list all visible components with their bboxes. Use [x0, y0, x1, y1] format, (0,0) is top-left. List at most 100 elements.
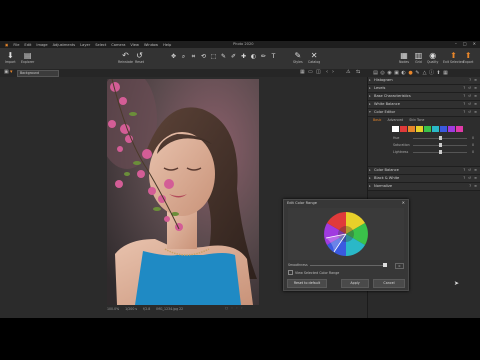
tool-actions-icon[interactable]: ? ≡	[469, 77, 478, 84]
proof-icon[interactable]: ◫	[316, 70, 321, 75]
import-button[interactable]: ⬇ Import	[5, 51, 16, 64]
tool-histogram[interactable]: ▸ Histogram ? ≡	[368, 77, 480, 85]
swatch[interactable]	[408, 126, 415, 132]
warning-icon[interactable]: ⚠	[346, 70, 351, 75]
tool-white-balance[interactable]: ▸ White Balance ? ↺ ≡	[368, 101, 480, 109]
slider-value[interactable]: 0	[472, 136, 474, 140]
tab-exposure-icon[interactable]: ◐	[401, 70, 406, 76]
layer-icon[interactable]: ▣	[4, 70, 9, 75]
tab-basic[interactable]: Basic	[373, 118, 381, 122]
tool-black-white[interactable]: ▸ Black & White ? ↺ ≡	[368, 175, 480, 183]
menu-image[interactable]: Image	[36, 43, 47, 47]
maximize-icon[interactable]: □	[463, 41, 467, 46]
dropdown-icon[interactable]: ▾	[10, 70, 15, 75]
pan-tool-icon[interactable]: ✥	[170, 53, 177, 60]
slider-value[interactable]: 0	[472, 150, 474, 154]
slider-knob[interactable]	[438, 150, 442, 154]
export-button[interactable]: ⬆ Export	[463, 51, 473, 64]
cancel-button[interactable]: Cancel	[373, 279, 405, 288]
smoothness-track[interactable]	[310, 265, 386, 266]
layer-selector[interactable]: Background	[17, 70, 59, 77]
app-logo-icon[interactable]: ▣	[5, 43, 8, 47]
grid-button[interactable]: ▥ Grid	[414, 51, 423, 64]
menu-window[interactable]: Window	[144, 43, 158, 47]
view-range-checkbox[interactable]: View Selected Color Range	[288, 270, 339, 275]
tab-local-icon[interactable]: ✎	[415, 70, 420, 76]
menu-help[interactable]: Help	[163, 43, 171, 47]
smoothness-value[interactable]: 0	[395, 263, 404, 269]
tab-capture-icon[interactable]: ◎	[380, 70, 385, 76]
keystone-tool-icon[interactable]: ⬚	[210, 53, 217, 60]
zoom-in-icon[interactable]: ◦	[236, 306, 238, 310]
tab-lens-icon[interactable]: ◉	[387, 70, 392, 76]
menu-file[interactable]: File	[13, 43, 19, 47]
menu-layer[interactable]: Layer	[80, 43, 90, 47]
swatch[interactable]	[440, 126, 447, 132]
grid-toggle-icon[interactable]: ▦	[300, 70, 305, 75]
tab-advanced[interactable]: Advanced	[387, 118, 403, 122]
tool-actions-icon[interactable]: ? ↺ ≡	[463, 109, 478, 116]
zoom-100-icon[interactable]: ◦	[241, 306, 243, 310]
swatch[interactable]	[424, 126, 431, 132]
tool-actions-icon[interactable]: ? ↺ ≡	[463, 85, 478, 92]
menu-edit[interactable]: Edit	[24, 43, 31, 47]
color-wheel[interactable]	[288, 208, 404, 260]
tool-actions-icon[interactable]: ? ↺ ≡	[463, 93, 478, 100]
close-icon[interactable]: ✕	[402, 200, 405, 205]
heal-tool-icon[interactable]: ✚	[240, 53, 247, 60]
prev-icon[interactable]: ‹	[326, 70, 331, 75]
tool-levels[interactable]: ▸ Levels ? ↺ ≡	[368, 85, 480, 93]
zoom-tool-icon[interactable]: ⌕	[180, 53, 187, 60]
close-icon[interactable]: ✕	[473, 41, 476, 46]
smoothness-knob[interactable]	[383, 263, 387, 267]
apply-button[interactable]: Apply	[341, 279, 369, 288]
quality-button[interactable]: ◉ Quality	[427, 51, 438, 64]
slider-knob[interactable]	[438, 143, 442, 147]
annotate-tool-icon[interactable]: ✏	[260, 53, 267, 60]
tool-normalize[interactable]: ▸ Normalize ? ≡	[368, 183, 480, 191]
catalog-button[interactable]: ✕ Catalog	[308, 51, 320, 64]
explorer-button[interactable]: ▤ Explorer	[21, 51, 34, 64]
slider-value[interactable]: 0	[472, 143, 474, 147]
swatch[interactable]	[400, 126, 407, 132]
menu-adjustments[interactable]: Adjustments	[53, 43, 76, 47]
next-icon[interactable]: ›	[332, 70, 337, 75]
tab-composition-icon[interactable]: ▣	[394, 70, 399, 76]
tool-actions-icon[interactable]: ? ↺ ≡	[463, 175, 478, 182]
tab-skin-tone[interactable]: Skin Tone	[409, 118, 424, 122]
tool-color-editor[interactable]: ▾ Color Editor ? ↺ ≡	[368, 109, 480, 117]
slider-knob[interactable]	[438, 136, 442, 140]
swatch[interactable]	[432, 126, 439, 132]
guides-icon[interactable]: ▭	[308, 70, 313, 75]
zoom-out-icon[interactable]: ◦	[231, 306, 233, 310]
tool-base-characteristics[interactable]: ▸ Base Characteristics ? ↺ ≡	[368, 93, 480, 101]
compare-icon[interactable]: ⇆	[356, 70, 361, 75]
tab-color-icon[interactable]: ●	[408, 70, 413, 76]
tool-actions-icon[interactable]: ? ↺ ≡	[463, 101, 478, 108]
exit-selected-button[interactable]: ⬆ Exit Selected	[443, 51, 464, 64]
fit-icon[interactable]: ▢	[225, 306, 228, 310]
tool-color-balance[interactable]: ▸ Color Balance ? ↺ ≡	[368, 167, 480, 175]
nodes-button[interactable]: ▦ Nodes	[399, 51, 409, 64]
text-tool-icon[interactable]: T	[270, 53, 277, 60]
rotate-tool-icon[interactable]: ⟲	[200, 53, 207, 60]
menu-view[interactable]: View	[130, 43, 139, 47]
checkbox-box[interactable]	[288, 270, 293, 275]
swatch[interactable]	[448, 126, 455, 132]
menu-camera[interactable]: Camera	[111, 43, 125, 47]
tab-meta-icon[interactable]: ⓘ	[429, 70, 434, 76]
undo-button[interactable]: ↶ Reinstate	[118, 51, 133, 64]
tab-details-icon[interactable]: △	[422, 70, 427, 76]
gradient-tool-icon[interactable]: ◐	[250, 53, 257, 60]
tool-actions-icon[interactable]: ? ↺ ≡	[463, 167, 478, 174]
tab-output-icon[interactable]: ⬆	[436, 70, 441, 76]
crop-tool-icon[interactable]: ⌗	[190, 53, 197, 60]
picker-tool-icon[interactable]: ✐	[230, 53, 237, 60]
tool-actions-icon[interactable]: ? ≡	[469, 183, 478, 190]
swatch[interactable]	[392, 126, 399, 132]
reset-default-button[interactable]: Reset to default	[287, 279, 327, 288]
menu-select[interactable]: Select	[95, 43, 106, 47]
minimize-icon[interactable]: –	[455, 41, 457, 46]
tab-batch-icon[interactable]: ▦	[443, 70, 448, 76]
styles-button[interactable]: ✎ Styles	[293, 51, 303, 64]
